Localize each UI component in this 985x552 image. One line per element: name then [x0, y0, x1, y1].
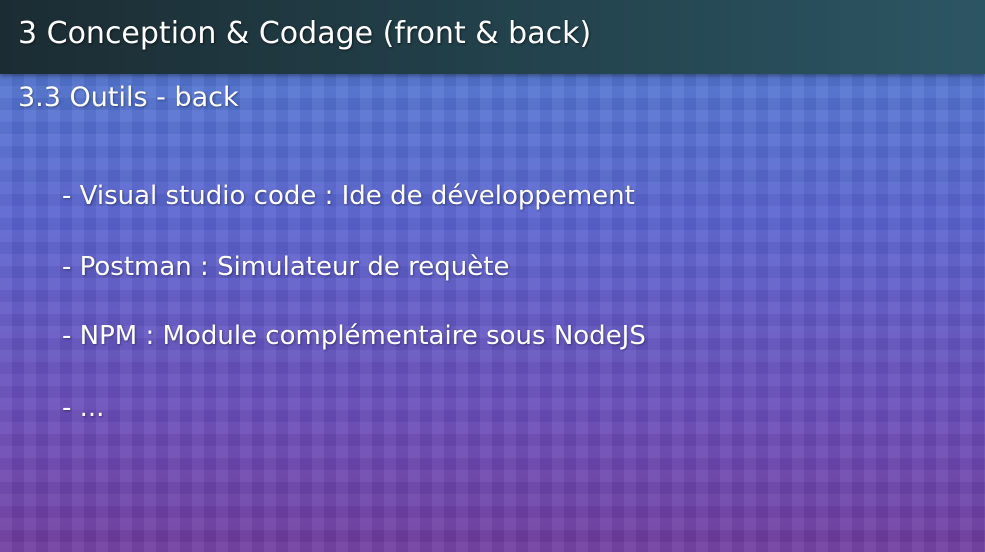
presentation-slide: 3 Conception & Codage (front & back) 3.3…	[0, 0, 985, 552]
bullet-item-ellipsis: - ...	[62, 393, 105, 423]
bullet-item-npm: - NPM : Module complémentaire sous NodeJ…	[62, 321, 646, 351]
slide-title: 3 Conception & Codage (front & back)	[18, 16, 592, 51]
bullet-item-vscode: - Visual studio code : Ide de développem…	[62, 181, 635, 211]
bullet-item-postman: - Postman : Simulateur de requète	[62, 252, 510, 282]
title-bar: 3 Conception & Codage (front & back)	[0, 0, 985, 74]
slide-subtitle: 3.3 Outils - back	[18, 82, 239, 113]
